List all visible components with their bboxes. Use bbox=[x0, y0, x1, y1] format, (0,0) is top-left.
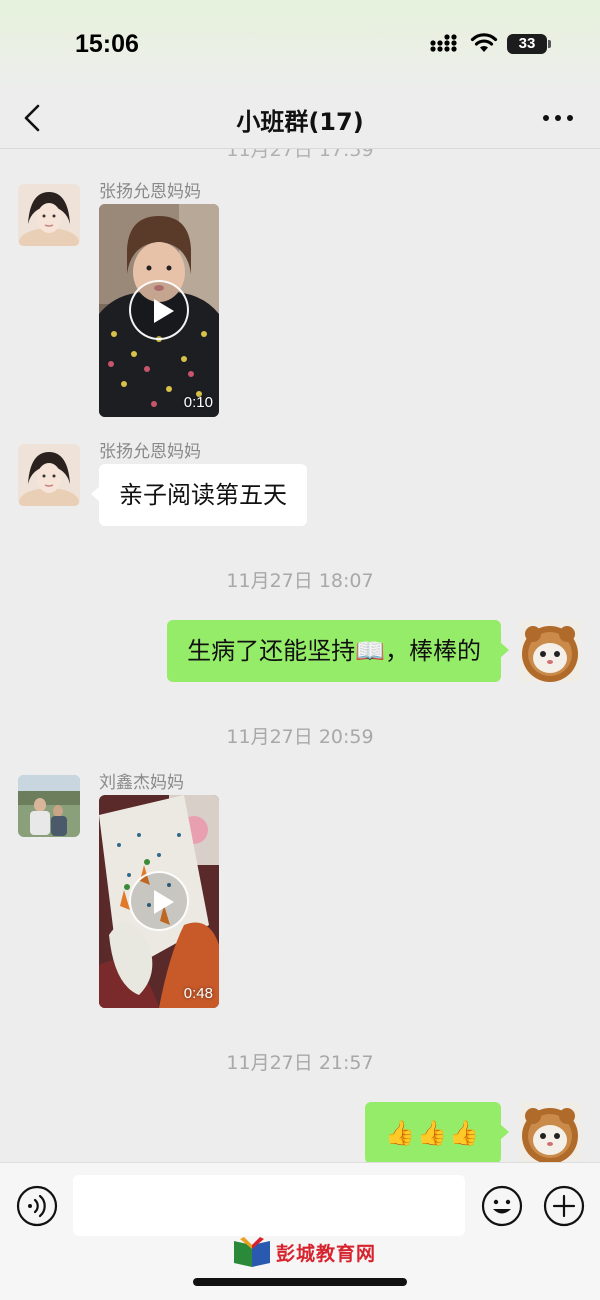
voice-icon[interactable] bbox=[16, 1185, 58, 1227]
sender-name: 张扬允恩妈妈 bbox=[99, 182, 201, 202]
chevron-left-icon[interactable] bbox=[18, 100, 48, 136]
sender-name: 刘鑫杰妈妈 bbox=[99, 773, 184, 793]
more-dots-icon[interactable] bbox=[540, 110, 576, 126]
video-duration: 0:48 bbox=[183, 985, 213, 1002]
avatar[interactable] bbox=[18, 184, 80, 246]
video-message[interactable]: 0:48 bbox=[99, 795, 219, 1008]
watermark-text: 彭城教育网 bbox=[276, 1243, 377, 1265]
emoji-icon[interactable] bbox=[481, 1185, 523, 1227]
video-duration: 0:10 bbox=[183, 394, 213, 411]
nav-bar: 小班群(17) bbox=[0, 88, 600, 148]
message-input[interactable] bbox=[73, 1175, 465, 1236]
avatar[interactable] bbox=[18, 775, 80, 837]
text-message-self[interactable]: 生病了还能坚持📖，棒棒的 bbox=[167, 620, 509, 682]
status-time: 15:06 bbox=[75, 30, 139, 58]
chat-title: 小班群(17) bbox=[236, 108, 364, 136]
video-message[interactable]: 0:10 bbox=[99, 204, 219, 417]
battery-icon: 33 bbox=[507, 34, 547, 54]
play-icon[interactable] bbox=[129, 871, 189, 931]
timestamp: 11月27日 21:57 bbox=[226, 1052, 374, 1074]
timestamp: 11月27日 18:07 bbox=[226, 570, 374, 592]
battery-cap bbox=[548, 40, 551, 48]
play-icon[interactable] bbox=[129, 280, 189, 340]
wifi-icon bbox=[470, 33, 498, 52]
avatar[interactable] bbox=[18, 444, 80, 506]
home-indicator[interactable] bbox=[193, 1278, 407, 1286]
timestamp: 11月27日 20:59 bbox=[226, 726, 374, 748]
message-list[interactable]: 11月27日 17:59 张扬允恩妈妈 0:10 张扬允恩妈妈 亲子阅读第五天 … bbox=[0, 149, 600, 1162]
book-logo-icon bbox=[234, 1237, 270, 1267]
self-avatar[interactable] bbox=[519, 1102, 581, 1162]
text-message-self[interactable]: 👍👍👍 bbox=[365, 1102, 509, 1162]
status-bar: 15:06 33 bbox=[0, 0, 600, 90]
text-message[interactable]: 亲子阅读第五天 bbox=[91, 464, 307, 526]
self-avatar[interactable] bbox=[519, 620, 581, 682]
watermark-logo: 彭城教育网 bbox=[232, 1235, 375, 1269]
plus-icon[interactable] bbox=[543, 1185, 585, 1227]
signal-icon bbox=[430, 34, 457, 52]
timestamp: 11月27日 17:59 bbox=[226, 149, 374, 161]
sender-name: 张扬允恩妈妈 bbox=[99, 442, 201, 462]
